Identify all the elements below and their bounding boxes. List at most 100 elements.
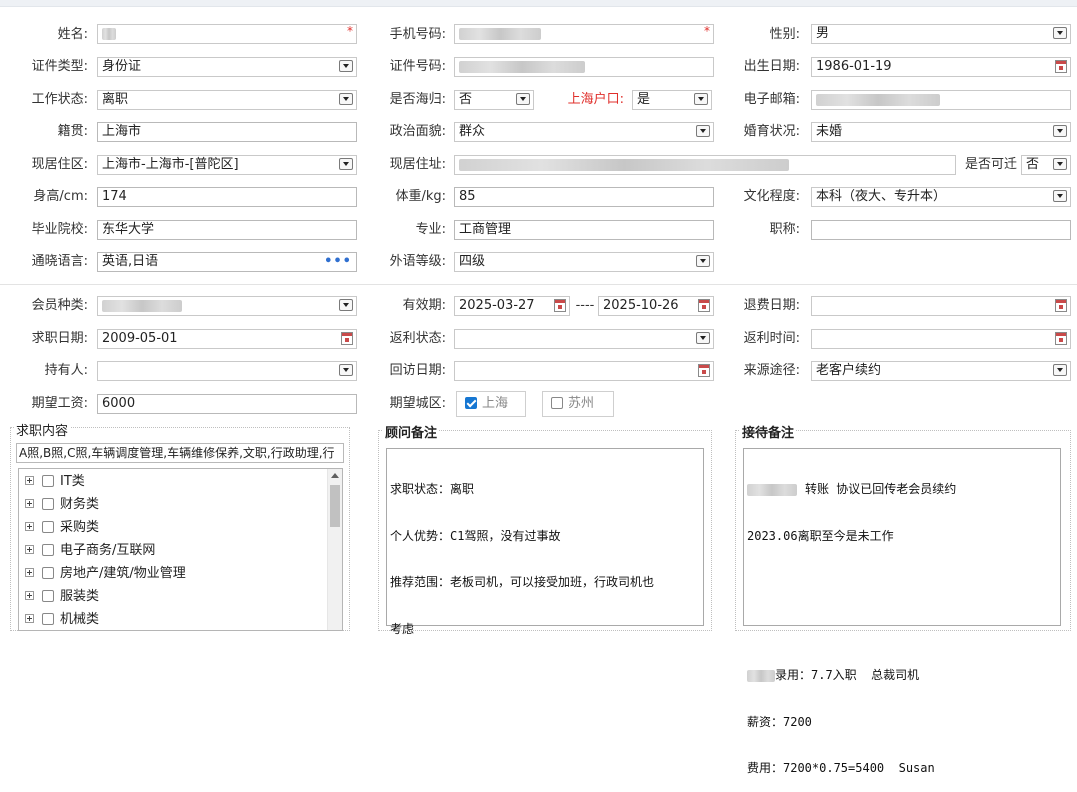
school-input[interactable]: 东华大学 <box>97 220 357 240</box>
calendar-icon[interactable] <box>1055 60 1067 73</box>
source-select[interactable]: 老客户续约 <box>811 361 1071 381</box>
checkbox-icon[interactable] <box>551 396 563 409</box>
checkbox-icon[interactable] <box>42 474 54 487</box>
education-label: 文化程度: <box>743 189 800 204</box>
more-options-icon[interactable]: ••• <box>324 253 352 271</box>
foreign-level-select[interactable]: 四级 <box>454 252 714 272</box>
chevron-down-icon[interactable] <box>339 158 353 170</box>
expand-plus-icon[interactable] <box>25 568 34 577</box>
calendar-icon[interactable] <box>554 299 566 312</box>
id-number-label: 证件号码: <box>389 59 446 74</box>
calendar-icon[interactable] <box>1055 299 1067 312</box>
checkbox-icon[interactable] <box>42 543 54 556</box>
checkbox-icon[interactable] <box>42 520 54 533</box>
id-number-input[interactable] <box>454 57 714 77</box>
id-type-select[interactable]: 身份证 <box>97 57 357 77</box>
rebate-status-select[interactable] <box>454 329 714 349</box>
marital-select[interactable]: 未婚 <box>811 122 1071 142</box>
major-input[interactable]: 工商管理 <box>454 220 714 240</box>
mobile-input[interactable]: * <box>454 24 714 44</box>
scrollbar-thumb[interactable] <box>330 485 340 527</box>
chevron-down-icon[interactable] <box>339 299 353 311</box>
birth-date-input[interactable]: 1986-01-19 <box>811 57 1071 77</box>
tree-item[interactable]: 房地产/建筑/物业管理 <box>25 564 186 584</box>
calendar-icon[interactable] <box>341 332 353 345</box>
height-input[interactable]: 174 <box>97 187 357 207</box>
job-content-summary[interactable]: A照,B照,C照,车辆调度管理,车辆维修保养,文职,行政助理,行 <box>16 443 344 463</box>
chevron-down-icon[interactable] <box>516 93 530 105</box>
calendar-icon[interactable] <box>1055 332 1067 345</box>
job-date-input[interactable]: 2009-05-01 <box>97 329 357 349</box>
foreign-level-label: 外语等级: <box>389 254 446 269</box>
weight-input[interactable]: 85 <box>454 187 714 207</box>
expand-plus-icon[interactable] <box>25 522 34 531</box>
checkbox-icon[interactable] <box>42 612 54 625</box>
checkbox-icon[interactable] <box>42 497 54 510</box>
chevron-down-icon[interactable] <box>1053 190 1067 202</box>
name-label: 姓名: <box>57 27 88 42</box>
chevron-down-icon[interactable] <box>1053 364 1067 376</box>
chevron-down-icon[interactable] <box>696 255 710 267</box>
current-address-input[interactable] <box>454 155 956 175</box>
sh-hukou-select[interactable]: 是 <box>632 90 712 110</box>
refund-date-input[interactable] <box>811 296 1071 316</box>
work-status-label: 工作状态: <box>31 92 88 107</box>
validity-from-input[interactable]: 2025-03-27 <box>454 296 570 316</box>
chevron-down-icon[interactable] <box>339 364 353 376</box>
chevron-down-icon[interactable] <box>1053 158 1067 170</box>
scroll-up-icon[interactable] <box>331 473 339 478</box>
chevron-down-icon[interactable] <box>696 332 710 344</box>
relocate-select[interactable]: 否 <box>1021 155 1071 175</box>
city-option-shanghai[interactable]: 上海 <box>456 391 526 417</box>
chevron-down-icon[interactable] <box>696 125 710 137</box>
languages-input[interactable]: 英语,日语 ••• <box>97 252 357 272</box>
expand-plus-icon[interactable] <box>25 476 34 485</box>
checkbox-checked-icon[interactable] <box>465 396 477 409</box>
expand-plus-icon[interactable] <box>25 499 34 508</box>
chevron-down-icon[interactable] <box>1053 27 1067 39</box>
city-option-suzhou[interactable]: 苏州 <box>542 391 614 417</box>
calendar-icon[interactable] <box>698 299 710 312</box>
job-category-tree[interactable]: IT类 财务类 采购类 电子商务/互联网 房地产/建筑/物业管理 服装类 机械类 <box>18 468 343 631</box>
expand-plus-icon[interactable] <box>25 614 34 623</box>
expected-salary-input[interactable]: 6000 <box>97 394 357 414</box>
visit-date-input[interactable] <box>454 361 714 381</box>
chevron-down-icon[interactable] <box>339 60 353 72</box>
tree-item[interactable]: 采购类 <box>25 518 99 538</box>
tree-item[interactable]: 服装类 <box>25 587 99 607</box>
chevron-down-icon[interactable] <box>339 93 353 105</box>
checkbox-icon[interactable] <box>42 566 54 579</box>
returnee-select[interactable]: 否 <box>454 90 534 110</box>
title-input[interactable] <box>811 220 1071 240</box>
holder-select[interactable] <box>97 361 357 381</box>
tree-item[interactable]: 机械类 <box>25 610 99 630</box>
calendar-icon[interactable] <box>698 364 710 377</box>
city-option-label: 苏州 <box>568 396 595 411</box>
email-input[interactable] <box>811 90 1071 110</box>
expand-plus-icon[interactable] <box>25 591 34 600</box>
work-status-select[interactable]: 离职 <box>97 90 357 110</box>
name-input[interactable]: * <box>97 24 357 44</box>
tree-item[interactable]: 电子商务/互联网 <box>25 541 155 561</box>
gender-select[interactable]: 男 <box>811 24 1071 44</box>
tree-item[interactable]: IT类 <box>25 472 85 492</box>
validity-to-input[interactable]: 2025-10-26 <box>598 296 714 316</box>
member-type-select[interactable] <box>97 296 357 316</box>
education-select[interactable]: 本科（夜大、专升本） <box>811 187 1071 207</box>
chevron-down-icon[interactable] <box>1053 125 1067 137</box>
weight-label: 体重/kg: <box>395 189 446 204</box>
reception-note-textarea[interactable]: 转账 协议已回传老会员续约 2023.06离职至今是未工作 录用：7.7入职 总… <box>743 448 1061 775</box>
advisor-note-textarea[interactable]: 求职状态：离职 个人优势：C1驾照，没有过事故 推荐范围：老板司机，可以接受加班… <box>386 448 704 636</box>
tree-scrollbar[interactable] <box>327 469 342 630</box>
native-place-input[interactable]: 上海市 <box>97 122 357 142</box>
chevron-down-icon[interactable] <box>694 93 708 105</box>
checkbox-icon[interactable] <box>42 589 54 602</box>
political-select[interactable]: 群众 <box>454 122 714 142</box>
rebate-status-label: 返利状态: <box>389 331 446 346</box>
weight-value: 85 <box>459 189 476 204</box>
expand-plus-icon[interactable] <box>25 545 34 554</box>
id-type-label: 证件类型: <box>31 59 88 74</box>
tree-item[interactable]: 财务类 <box>25 495 99 515</box>
current-area-select[interactable]: 上海市-上海市-[普陀区] <box>97 155 357 175</box>
rebate-time-input[interactable] <box>811 329 1071 349</box>
